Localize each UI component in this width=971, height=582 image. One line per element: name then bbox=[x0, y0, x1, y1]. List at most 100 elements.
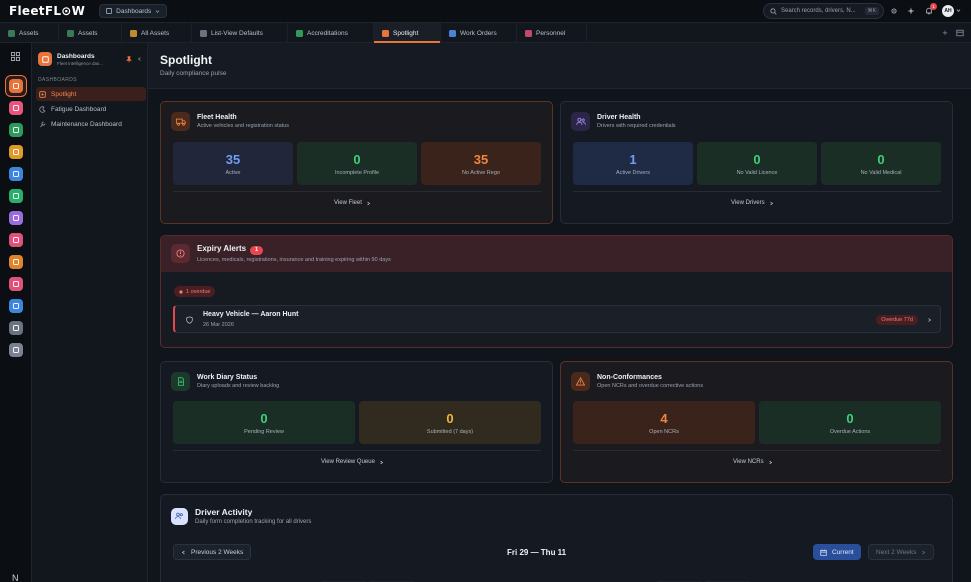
people-tab-icon bbox=[525, 29, 532, 37]
no-valid-licence-stat[interactable]: 0 No Valid Licence bbox=[697, 142, 817, 185]
moon-icon bbox=[39, 105, 46, 113]
active-vehicles-stat[interactable]: 35 Active bbox=[173, 142, 293, 185]
tab-personnel[interactable]: Personnel bbox=[517, 23, 587, 43]
clock-rail-icon bbox=[13, 193, 19, 199]
stat-label: No Valid Medical bbox=[860, 169, 902, 176]
notification-count-badge: 1 bbox=[930, 3, 937, 10]
settings-rail-icon bbox=[13, 325, 19, 331]
driver-health-card: Driver Health Drivers with required cred… bbox=[560, 101, 953, 224]
apps-grid-button[interactable] bbox=[11, 52, 20, 61]
current-period-button[interactable]: Current bbox=[813, 544, 861, 560]
user-avatar[interactable]: AH bbox=[942, 5, 954, 17]
next-2-weeks-button[interactable]: Next 2 Weeks bbox=[868, 544, 935, 560]
stat-value: 4 bbox=[660, 410, 668, 426]
tab-work-orders[interactable]: Work Orders bbox=[441, 23, 517, 43]
tab-all-assets[interactable]: All Assets bbox=[122, 23, 192, 43]
stat-label: No Valid Licence bbox=[736, 169, 778, 176]
warning-triangle-icon bbox=[571, 372, 590, 391]
plus-icon: + bbox=[942, 28, 948, 38]
people-rail-button[interactable] bbox=[9, 277, 23, 291]
non-conformances-card: Non-Conformances Open NCRs and overdue c… bbox=[560, 361, 953, 483]
vehicles-rail-icon bbox=[13, 127, 19, 133]
submitted-7-days-stat[interactable]: 0 Submitted (7 days) bbox=[359, 401, 541, 444]
card-subtitle: Open NCRs and overdue corrective actions bbox=[597, 383, 704, 389]
stat-value: 0 bbox=[446, 410, 454, 426]
chevron-down-icon[interactable] bbox=[956, 8, 961, 13]
app-logo[interactable]: FleetFL⊙W bbox=[9, 4, 85, 18]
chevron-right-icon bbox=[380, 460, 384, 464]
settings-rail-button[interactable] bbox=[9, 321, 23, 335]
nav-item-label: Spotlight bbox=[51, 90, 77, 98]
tab-assets-1[interactable]: Assets bbox=[0, 23, 59, 43]
shield-icon bbox=[186, 316, 193, 324]
overdue-actions-stat[interactable]: 0 Overdue Actions bbox=[759, 401, 941, 444]
active-drivers-stat[interactable]: 1 Active Drivers bbox=[573, 142, 693, 185]
chevron-left-icon[interactable] bbox=[137, 56, 142, 62]
scales-rail-icon bbox=[13, 259, 19, 265]
tab-spotlight[interactable]: Spotlight bbox=[374, 23, 441, 43]
settings-button[interactable] bbox=[889, 6, 899, 16]
overdue-filter-pill[interactable]: 1 overdue bbox=[174, 286, 216, 297]
ai-assist-button[interactable] bbox=[906, 6, 916, 16]
stat-value: 35 bbox=[225, 151, 241, 167]
vehicles-rail-button[interactable] bbox=[9, 123, 23, 137]
global-search-input[interactable]: Search records, drivers, N... ⌘K bbox=[763, 3, 884, 19]
chevron-right-icon bbox=[768, 460, 772, 464]
chevron-right-icon bbox=[367, 201, 371, 205]
nav-item-maintenance-dashboard[interactable]: Maintenance Dashboard bbox=[36, 117, 146, 131]
apps-grid-icon bbox=[11, 52, 20, 61]
clock-rail-button[interactable] bbox=[9, 189, 23, 203]
people-rail-icon bbox=[13, 281, 19, 287]
dashboards-switcher-label: Dashboards bbox=[116, 7, 152, 15]
previous-2-weeks-button[interactable]: Previous 2 Weeks bbox=[173, 544, 252, 560]
nav-item-fatigue-dashboard[interactable]: Fatigue Dashboard bbox=[36, 102, 146, 116]
wrench-rail-button[interactable] bbox=[9, 167, 23, 181]
expiry-alert-row[interactable]: Heavy Vehicle — Aaron Hunt 26 Mar 2026 O… bbox=[173, 305, 941, 333]
driver-health-header: Driver Health Drivers with required cred… bbox=[571, 112, 676, 131]
nav-section-label: DASHBOARDS bbox=[38, 77, 78, 83]
view-review-queue-link[interactable]: View Review Queue bbox=[321, 459, 384, 465]
page-title: Spotlight bbox=[160, 53, 212, 67]
view-ncrs-link[interactable]: View NCRs bbox=[733, 459, 773, 465]
new-tab-button[interactable]: + bbox=[940, 28, 950, 38]
scales-rail-button[interactable] bbox=[9, 255, 23, 269]
button-label: Previous 2 Weeks bbox=[191, 548, 244, 556]
dashboards-switcher-button[interactable]: Dashboards bbox=[99, 4, 168, 18]
stat-value: 35 bbox=[473, 151, 489, 167]
view-fleet-link[interactable]: View Fleet bbox=[334, 200, 371, 206]
spotlight-rail-button[interactable] bbox=[9, 79, 23, 93]
spotlight-tab-icon bbox=[382, 29, 389, 37]
tab-label: Assets bbox=[78, 29, 98, 37]
tab-list-view-defaults[interactable]: List-View Defaults bbox=[192, 23, 288, 43]
view-drivers-link[interactable]: View Drivers bbox=[731, 200, 774, 206]
chevron-down-icon bbox=[155, 9, 160, 13]
pending-review-stat[interactable]: 0 Pending Review bbox=[173, 401, 355, 444]
no-valid-medical-stat[interactable]: 0 No Valid Medical bbox=[821, 142, 941, 185]
card-divider bbox=[173, 450, 541, 451]
work-diary-status-card: Work Diary Status Diary uploads and revi… bbox=[160, 361, 553, 483]
gear-rail-button[interactable] bbox=[9, 343, 23, 357]
stat-value: 0 bbox=[260, 410, 268, 426]
tab-assets-2[interactable]: Assets bbox=[59, 23, 122, 43]
assets-rail-button[interactable] bbox=[9, 101, 23, 115]
people-icon bbox=[171, 507, 188, 525]
no-active-rego-stat[interactable]: 35 No Active Rego bbox=[421, 142, 541, 185]
notifications-button[interactable]: 1 bbox=[924, 3, 937, 16]
nav-item-spotlight[interactable]: Spotlight bbox=[36, 87, 146, 101]
calendar-rail-icon bbox=[13, 303, 19, 309]
chevron-left-icon bbox=[181, 550, 185, 554]
tab-overflow-button[interactable] bbox=[955, 28, 965, 38]
card-subtitle: Licences, medicals, registrations, insur… bbox=[197, 256, 391, 263]
incomplete-profile-stat[interactable]: 0 Incomplete Profile bbox=[297, 142, 417, 185]
open-tabs-strip: Assets Assets All Assets List-View Defau… bbox=[0, 23, 971, 43]
alert-circle-icon bbox=[171, 244, 190, 263]
tab-accreditations[interactable]: Accreditations bbox=[288, 23, 374, 43]
chevron-right-icon bbox=[922, 550, 926, 554]
calendar-rail-button[interactable] bbox=[9, 299, 23, 313]
folder-rail-button[interactable] bbox=[9, 145, 23, 159]
documents-rail-button[interactable] bbox=[9, 233, 23, 247]
open-ncrs-stat[interactable]: 4 Open NCRs bbox=[573, 401, 755, 444]
collapse-rail-button[interactable]: N bbox=[12, 573, 19, 582]
tools-rail-button[interactable] bbox=[9, 211, 23, 225]
pin-icon[interactable] bbox=[126, 55, 132, 63]
